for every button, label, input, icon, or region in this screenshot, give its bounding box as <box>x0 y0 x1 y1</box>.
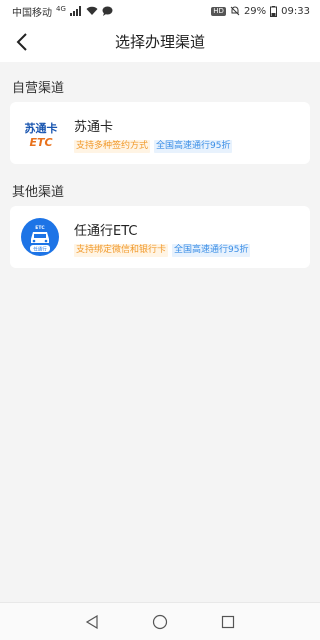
section-title-self-operated: 自营渠道 <box>12 81 65 96</box>
tag-discount: 全国高速通行95折 <box>172 244 251 257</box>
nav-home-button[interactable] <box>150 612 170 632</box>
nav-recent-button[interactable] <box>218 612 238 632</box>
svg-text:ETC: ETC <box>35 225 45 231</box>
chat-icon <box>102 6 113 16</box>
channel-name: 任通行ETC <box>74 224 138 239</box>
nav-recent-icon <box>221 615 235 629</box>
rentongxing-logo: ETC 任通行 <box>20 217 62 257</box>
system-navigation-bar <box>0 602 320 640</box>
back-button[interactable] <box>8 28 36 56</box>
mute-icon <box>230 6 240 16</box>
nav-back-button[interactable] <box>82 612 102 632</box>
hd-icon: HD <box>211 6 226 16</box>
carrier-label: 中国移动 <box>12 7 52 19</box>
signal-icon <box>69 6 81 16</box>
back-arrow-icon <box>16 33 27 51</box>
channel-tags: 支持绑定微信和银行卡 全国高速通行95折 <box>74 244 251 257</box>
nav-bar: 选择办理渠道 <box>0 22 320 62</box>
clock: 09:33 <box>281 5 310 17</box>
battery-icon <box>270 5 278 17</box>
sutong-logo: 苏通卡 ETC <box>20 113 62 153</box>
channel-tags: 支持多种签约方式 全国高速通行95折 <box>74 140 233 153</box>
channel-card-sutong[interactable]: 苏通卡 ETC 苏通卡 支持多种签约方式 全国高速通行95折 <box>10 102 310 164</box>
status-bar: 中国移动 4G HD 29% 09:33 <box>0 0 320 22</box>
svg-text:任通行: 任通行 <box>33 246 47 253</box>
svg-text:ETC: ETC <box>29 136 52 149</box>
svg-text:苏通卡: 苏通卡 <box>25 121 58 135</box>
wifi-icon <box>86 6 98 15</box>
channel-card-rentongxing[interactable]: ETC 任通行 任通行ETC 支持绑定微信和银行卡 全国高速通行95折 <box>10 206 310 268</box>
nav-back-icon <box>85 615 98 629</box>
status-bar-left: 中国移动 4G <box>12 4 113 19</box>
battery-percent: 29% <box>243 5 267 17</box>
section-title-other: 其他渠道 <box>12 185 65 200</box>
tag-signing-methods: 支持多种签约方式 <box>74 140 151 153</box>
network-type-label: 4G <box>56 4 66 13</box>
tag-wechat-bank: 支持绑定微信和银行卡 <box>74 244 169 257</box>
nav-home-icon <box>152 614 168 630</box>
status-bar-right: HD 29% 09:33 <box>211 5 310 17</box>
page-title: 选择办理渠道 <box>114 33 205 51</box>
channel-name: 苏通卡 <box>74 120 114 135</box>
tag-discount: 全国高速通行95折 <box>154 140 233 153</box>
